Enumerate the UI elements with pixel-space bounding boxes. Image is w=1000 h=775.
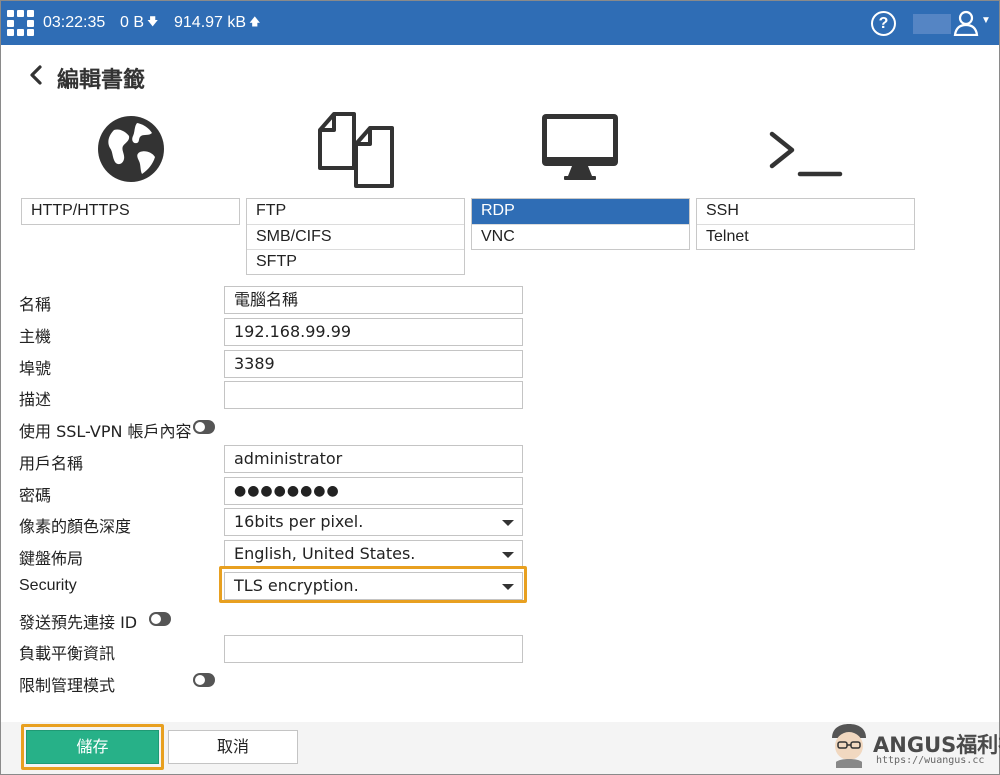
protocol-option-rdp[interactable]: RDP (472, 199, 689, 224)
protocol-option-ssh[interactable]: SSH (697, 199, 914, 224)
protocol-option-smb-cifs[interactable]: SMB/CIFS (247, 224, 464, 249)
protocol-option-vnc[interactable]: VNC (472, 224, 689, 249)
name-label: 名稱 (19, 295, 52, 314)
color-depth-select[interactable]: 16bits per pixel. (224, 508, 523, 536)
host-label: 主機 (19, 327, 52, 346)
password-label: 密碼 (19, 486, 52, 505)
top-bar: 03:22:35 0 B 🡇 914.97 kB 🡅 ? ▼ (1, 1, 999, 45)
files-icon[interactable] (316, 110, 396, 190)
send-preconnection-id-toggle[interactable] (149, 612, 171, 626)
globe-icon[interactable] (96, 114, 166, 184)
monitor-icon[interactable] (540, 112, 620, 182)
page-title: 編輯書籤 (57, 68, 146, 93)
security-label: Security (19, 577, 77, 594)
upload-arrow-icon: 🡅 (249, 16, 261, 28)
upload-rate: 914.97 kB 🡅 (174, 14, 260, 34)
protocol-group-web: HTTP/HTTPS (21, 198, 240, 225)
name-input[interactable]: 電腦名稱 (224, 286, 523, 314)
user-menu-chevron-down-icon[interactable]: ▼ (981, 15, 991, 26)
security-highlight-frame (219, 566, 527, 603)
download-rate: 0 B 🡇 (120, 14, 158, 34)
description-input[interactable] (224, 381, 523, 409)
description-label: 描述 (19, 390, 52, 409)
terminal-icon[interactable] (768, 128, 844, 180)
keyboard-layout-label: 鍵盤佈局 (19, 549, 84, 568)
keyboard-layout-select[interactable]: English, United States. (224, 540, 523, 568)
protocol-group-shell: SSH Telnet (696, 198, 915, 250)
load-balancing-info-input[interactable] (224, 635, 523, 663)
download-arrow-icon: 🡇 (147, 16, 159, 28)
load-balancing-info-label: 負載平衡資訊 (19, 644, 116, 663)
protocol-option-sftp[interactable]: SFTP (247, 249, 464, 274)
cancel-button[interactable]: 取消 (168, 730, 298, 764)
protocol-group-file: FTP SMB/CIFS SFTP (246, 198, 465, 275)
use-sslvpn-credentials-toggle[interactable] (193, 420, 215, 434)
save-highlight-frame (21, 724, 164, 770)
restricted-admin-mode-label: 限制管理模式 (19, 676, 116, 695)
help-icon[interactable]: ? (871, 11, 896, 36)
watermark-mascot-icon (832, 724, 866, 768)
watermark-url: https://wuangus.cc (876, 755, 985, 766)
color-depth-label: 像素的顏色深度 (19, 517, 132, 536)
username-input[interactable]: administrator (224, 445, 523, 473)
port-input[interactable]: 3389 (224, 350, 523, 378)
color-depth-value: 16bits per pixel. (234, 512, 364, 531)
send-preconnection-id-label: 發送預先連接 ID (19, 613, 138, 632)
clock-text: 03:22:35 (43, 14, 106, 31)
chevron-down-icon (502, 552, 514, 558)
upload-rate-value: 914.97 kB (174, 14, 247, 31)
use-sslvpn-credentials-label: 使用 SSL-VPN 帳戶內容 (19, 422, 192, 441)
fortinet-logo-icon[interactable] (7, 10, 35, 36)
password-input[interactable]: ●●●●●●●● (224, 477, 523, 505)
port-label: 埠號 (19, 359, 52, 378)
host-input[interactable]: 192.168.99.99 (224, 318, 523, 346)
back-chevron-icon[interactable] (26, 64, 46, 86)
user-icon[interactable] (953, 10, 979, 36)
username-label: 用戶名稱 (19, 454, 84, 473)
protocol-option-telnet[interactable]: Telnet (697, 224, 914, 249)
protocol-group-desktop: RDP VNC (471, 198, 690, 250)
restricted-admin-mode-toggle[interactable] (193, 673, 215, 687)
protocol-option-ftp[interactable]: FTP (247, 199, 464, 224)
username-redacted (913, 14, 951, 34)
keyboard-layout-value: English, United States. (234, 544, 416, 563)
protocol-option-http-https[interactable]: HTTP/HTTPS (22, 199, 239, 224)
chevron-down-icon (502, 520, 514, 526)
download-rate-value: 0 B (120, 14, 145, 31)
